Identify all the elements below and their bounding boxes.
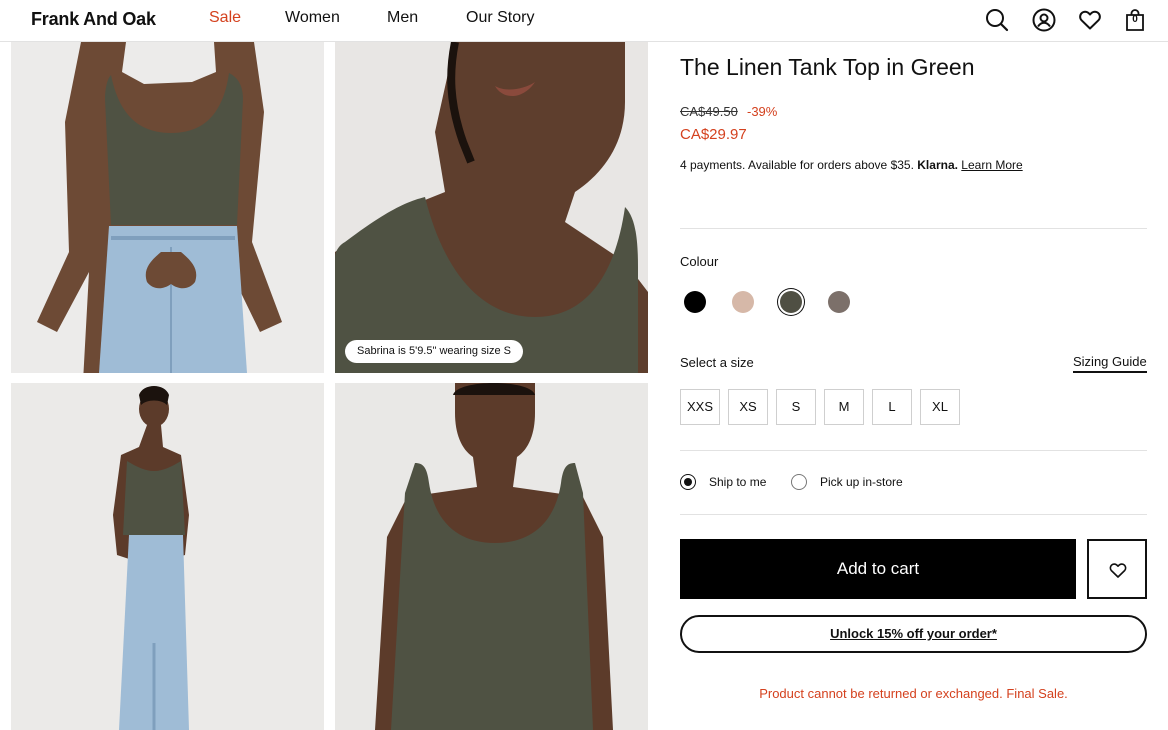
add-to-wishlist-button[interactable] (1087, 539, 1147, 599)
discount-badge: -39% (747, 104, 778, 119)
original-price: CA$49.50 (680, 104, 738, 119)
colour-swatch-taupe[interactable] (828, 291, 850, 313)
size-option-s[interactable]: S (776, 389, 816, 425)
payments-info: 4 payments. Available for orders above $… (680, 158, 1023, 172)
payments-text: 4 payments. Available for orders above $… (680, 158, 918, 172)
klarna-label: Klarna. (917, 158, 958, 172)
add-to-cart-button[interactable]: Add to cart (680, 539, 1076, 599)
heart-icon (1109, 563, 1127, 578)
nav-our-story[interactable]: Our Story (466, 9, 534, 27)
divider (680, 450, 1147, 451)
size-label: Select a size (680, 355, 754, 370)
search-icon[interactable] (984, 7, 1010, 33)
cart-icon[interactable]: 0 (1122, 7, 1148, 33)
model-size-tag: Sabrina is 5'9.5" wearing size S (345, 340, 523, 363)
product-image-front[interactable] (335, 383, 648, 730)
ship-to-me-radio[interactable] (680, 474, 696, 490)
divider (680, 228, 1147, 229)
colour-swatch-green[interactable] (780, 291, 802, 313)
divider (680, 514, 1147, 515)
product-title: The Linen Tank Top in Green (680, 54, 975, 80)
colour-label: Colour (680, 254, 719, 269)
pick-up-in-store-radio[interactable] (791, 474, 807, 490)
nav-women[interactable]: Women (285, 9, 340, 27)
size-option-xxs[interactable]: XXS (680, 389, 720, 425)
product-image-neckline[interactable] (335, 42, 648, 373)
colour-swatch-black[interactable] (684, 291, 706, 313)
size-option-m[interactable]: M (824, 389, 864, 425)
final-sale-notice: Product cannot be returned or exchanged.… (759, 686, 1068, 701)
ship-to-me-label[interactable]: Ship to me (709, 475, 766, 489)
account-icon[interactable] (1031, 7, 1057, 33)
product-image-front-crop[interactable] (11, 42, 324, 373)
nav-men[interactable]: Men (387, 9, 418, 27)
unlock-discount-button[interactable]: Unlock 15% off your order* (680, 615, 1147, 653)
size-option-xs[interactable]: XS (728, 389, 768, 425)
cart-count: 0 (1132, 14, 1138, 25)
sizing-guide-link[interactable]: Sizing Guide (1073, 354, 1147, 373)
size-option-l[interactable]: L (872, 389, 912, 425)
product-image-full-body[interactable] (11, 383, 324, 730)
pick-up-in-store-label[interactable]: Pick up in-store (820, 475, 903, 489)
colour-swatch-beige[interactable] (732, 291, 754, 313)
sale-price: CA$29.97 (680, 126, 747, 143)
site-header: Frank And Oak Sale Women Men Our Story 0 (0, 0, 1168, 42)
nav-sale[interactable]: Sale (209, 9, 241, 27)
brand-logo[interactable]: Frank And Oak (31, 9, 156, 30)
wishlist-icon[interactable] (1077, 7, 1103, 33)
size-option-xl[interactable]: XL (920, 389, 960, 425)
learn-more-link[interactable]: Learn More (961, 158, 1022, 172)
